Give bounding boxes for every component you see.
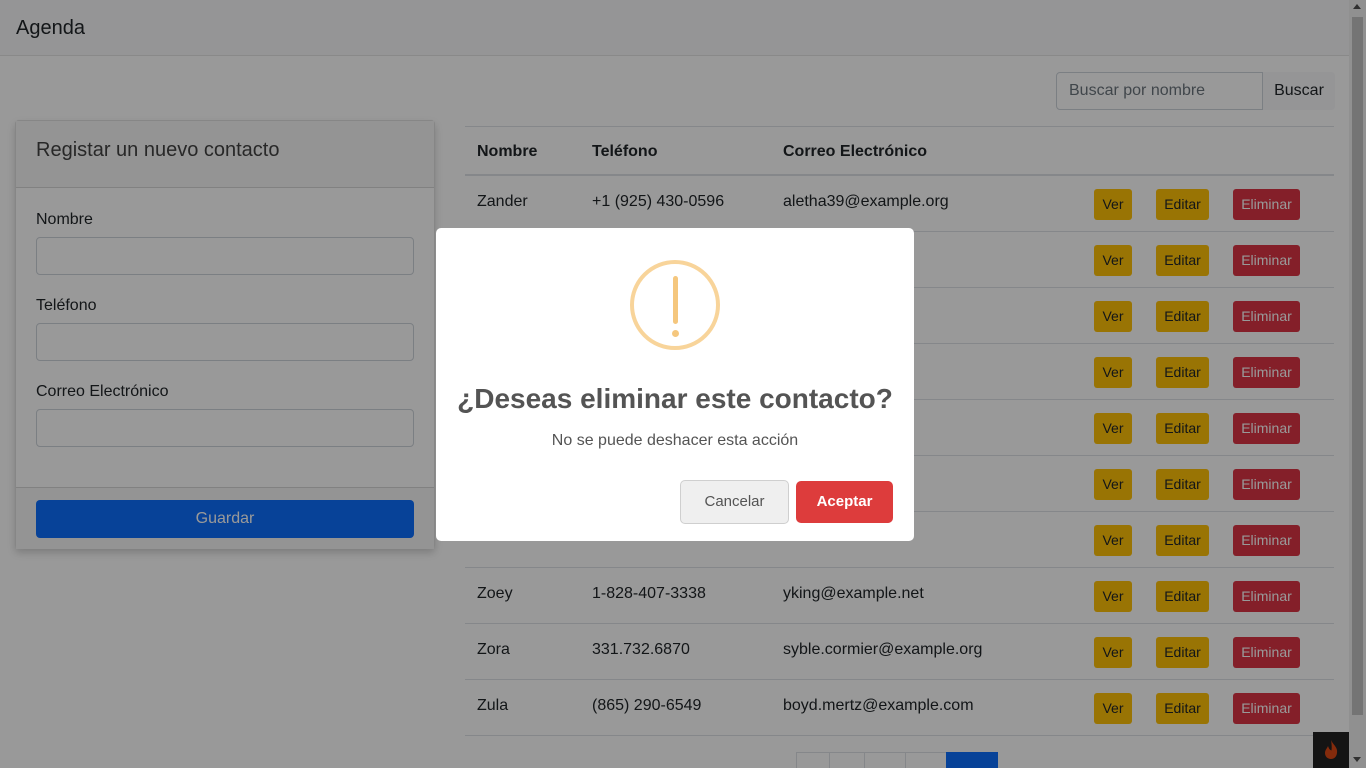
dialog-text: No se puede deshacer esta acción [551, 432, 799, 449]
warning-icon [630, 260, 720, 350]
cancel-button[interactable]: Cancelar [680, 480, 789, 524]
accept-button[interactable]: Aceptar [796, 481, 893, 523]
confirm-dialog: ¿Deseas eliminar este contacto? No se pu… [436, 228, 914, 541]
dialog-title: ¿Deseas eliminar este contacto? [457, 383, 893, 414]
